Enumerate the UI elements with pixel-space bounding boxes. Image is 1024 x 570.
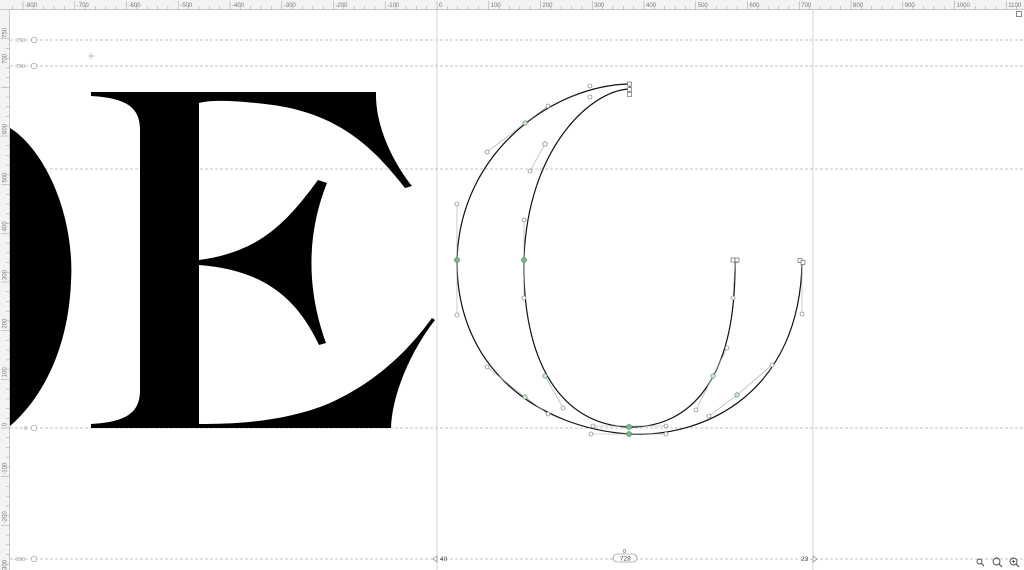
handle-point (663, 431, 669, 437)
ruler-label: -300 (284, 3, 297, 9)
handle-point (454, 312, 460, 318)
corner-points[interactable] (627, 81, 806, 265)
corner-point (627, 87, 632, 92)
handle-point (588, 431, 594, 437)
smooth-point (626, 431, 632, 437)
smooth-point (522, 394, 528, 400)
handle-point (454, 201, 460, 207)
guide-label-cap-height: 700 (16, 64, 25, 70)
advance-width-value[interactable]: 728 (620, 556, 631, 563)
handle-point (663, 423, 669, 429)
handle-point (799, 311, 805, 317)
glyph-outline-g[interactable] (456, 83, 803, 435)
handle-point (693, 407, 699, 413)
handle-point (545, 411, 551, 417)
ruler-label: 1000 (957, 3, 971, 9)
glyph-canvas[interactable]: 750 700 0 -200 40 0 728 23 (10, 10, 1024, 570)
corner-point (627, 92, 632, 97)
ruler-label: 200 (3, 318, 9, 329)
ruler-label: -100 (387, 3, 400, 9)
ruler-label: -800 (25, 3, 38, 9)
metrics-bar: 40 0 728 23 (432, 549, 818, 563)
ruler-label: 700 (3, 53, 9, 64)
zoom-controls (975, 557, 1020, 568)
glyph-preview-e (91, 92, 435, 428)
ruler-label: 300 (3, 269, 9, 280)
sidebearing-lines (436, 10, 814, 570)
corner-point (734, 257, 740, 263)
ruler-label: 400 (3, 221, 9, 232)
guide-lock-icon[interactable] (30, 555, 38, 563)
horizontal-ruler[interactable]: -800 -700 -600 -500 -400 -300 -200 -100 0 100 200 3… (0, 0, 1024, 10)
handle-point (521, 295, 527, 301)
ruler-label: 100 (491, 3, 502, 9)
ruler-label: 100 (3, 367, 9, 378)
zoom-in-icon[interactable] (1009, 557, 1020, 568)
smooth-point (542, 141, 548, 147)
ruler-label: -400 (232, 3, 245, 9)
lsb-arrow-icon[interactable] (432, 555, 438, 563)
left-sidebearing-value[interactable]: 40 (440, 556, 448, 563)
handle-point (587, 83, 593, 89)
handle-point (724, 345, 730, 351)
smooth-point (542, 373, 548, 379)
handle-point (590, 423, 596, 429)
handle-point (730, 295, 736, 301)
handle-point (484, 364, 490, 370)
ruler-label: 200 (543, 3, 554, 9)
ruler-label: -700 (77, 3, 90, 9)
zoom-out-icon[interactable] (975, 557, 986, 568)
ruler-label: -100 (3, 462, 9, 475)
smooth-point (521, 257, 527, 263)
ruler-label: -300 (3, 559, 9, 570)
handle-point (560, 405, 566, 411)
handle-point (521, 217, 527, 223)
ruler-label: 300 (594, 3, 605, 9)
ruler-label: 500 (698, 3, 709, 9)
corner-point (800, 260, 806, 265)
glyph-preview-d (10, 128, 72, 426)
ruler-label: 900 (905, 3, 916, 9)
ruler-label: 1100 (1008, 3, 1022, 9)
ruler-label: 400 (646, 3, 657, 9)
ruler-label: -200 (336, 3, 349, 9)
ruler-label: 750 (3, 27, 9, 38)
ruler-label: 600 (750, 3, 761, 9)
ruler-label: 600 (3, 123, 9, 134)
origin-crosshair-icon (88, 53, 94, 59)
canvas-corner-handle[interactable] (1016, 11, 1022, 17)
guide-label-descender: -200 (14, 557, 25, 563)
zoom-fit-icon[interactable] (992, 557, 1003, 568)
ruler-label: 700 (801, 3, 812, 9)
ruler-label: 800 (853, 3, 864, 9)
handle-point (706, 413, 712, 419)
right-sidebearing-value[interactable]: 23 (801, 556, 809, 563)
smooth-point (454, 257, 460, 263)
ruler-label: -500 (180, 3, 193, 9)
smooth-point (626, 424, 632, 430)
corner-point (627, 81, 632, 87)
handle-point (769, 362, 775, 368)
corner-point (730, 257, 736, 263)
guide-label-baseline: 0 (24, 426, 27, 432)
smooth-point (710, 373, 716, 379)
ruler-label: 500 (3, 172, 9, 183)
guide-label-ascender: 750 (16, 38, 25, 44)
handle-point (545, 103, 551, 109)
guide-lock-icon[interactable] (30, 36, 38, 44)
rsb-arrow-icon[interactable] (812, 555, 818, 563)
on-curve-points[interactable] (454, 120, 740, 437)
glyph-editor: -800 -700 -600 -500 -400 -300 -200 -100 0 100 200 3… (0, 0, 1024, 570)
smooth-point (734, 392, 740, 398)
guide-lock-icon[interactable] (30, 424, 38, 432)
ruler-label: -600 (129, 3, 142, 9)
vertical-ruler[interactable]: 7507006005004003002001000-100-200-300 (0, 10, 10, 570)
guide-lock-icon[interactable] (30, 62, 38, 70)
smooth-point (522, 120, 528, 126)
handle-point (527, 168, 533, 174)
handle-point (587, 94, 593, 100)
handle-point (484, 149, 490, 155)
ruler-label: -200 (3, 511, 9, 524)
